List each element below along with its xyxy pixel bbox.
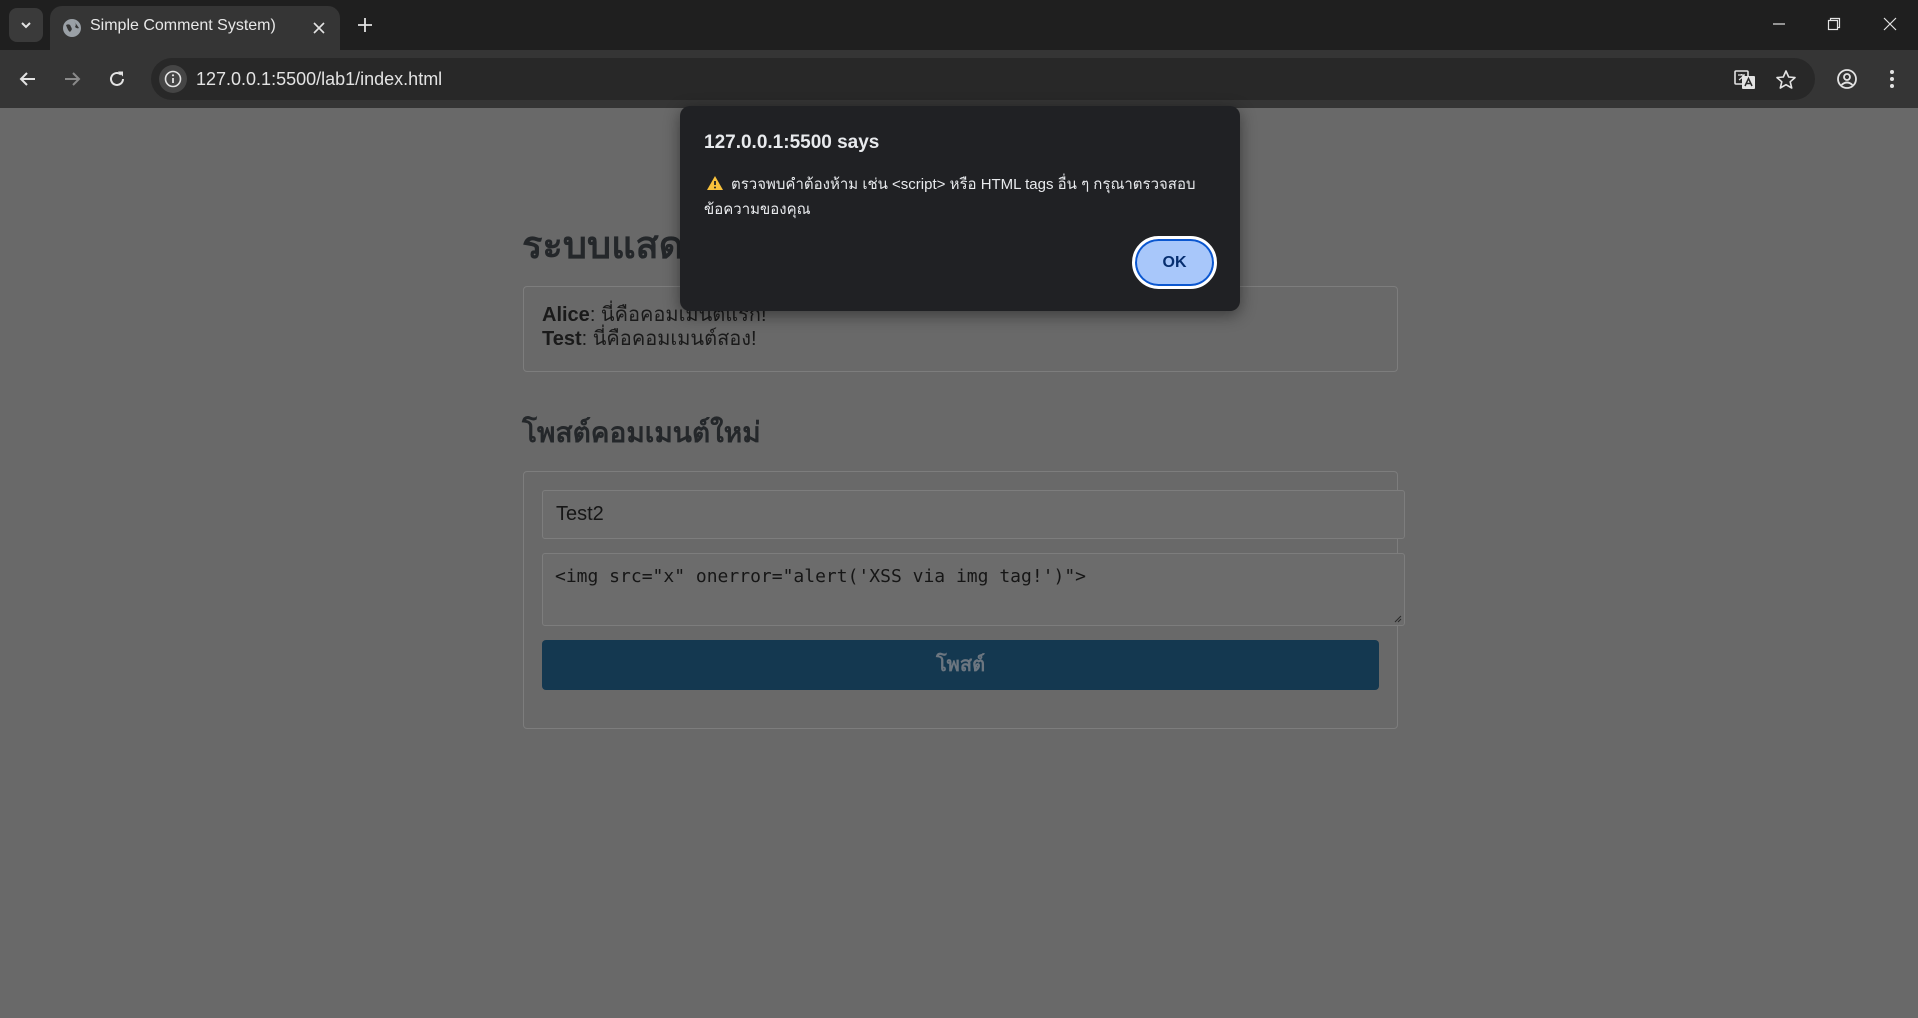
comment-author: Alice bbox=[542, 304, 590, 326]
star-icon bbox=[1776, 70, 1796, 89]
close-icon bbox=[313, 22, 325, 34]
dialog-title: 127.0.0.1:5500 says bbox=[704, 132, 880, 153]
arrow-right-icon bbox=[65, 72, 81, 86]
menu-button[interactable] bbox=[1876, 63, 1908, 95]
minimize-button[interactable] bbox=[1759, 8, 1799, 40]
profile-button[interactable] bbox=[1831, 63, 1863, 95]
info-icon bbox=[164, 70, 182, 88]
arrow-left-icon bbox=[19, 72, 35, 86]
more-vertical-icon bbox=[1890, 70, 1894, 88]
close-icon bbox=[1883, 17, 1897, 31]
translate-button[interactable] bbox=[1732, 67, 1758, 93]
comment-form: Test2 <img src="x" onerror="alert('XSS v… bbox=[523, 471, 1405, 729]
plus-icon bbox=[358, 18, 372, 32]
tab-search-button[interactable] bbox=[9, 8, 43, 42]
chevron-down-icon bbox=[21, 22, 31, 29]
reload-icon bbox=[110, 71, 124, 86]
ok-button[interactable]: OK bbox=[1132, 236, 1217, 289]
tab-title: Simple Comment System) bbox=[90, 17, 276, 34]
comment-author: Test bbox=[542, 328, 582, 350]
back-button[interactable] bbox=[12, 63, 44, 95]
address-bar[interactable]: 127.0.0.1:5500/lab1/index.html bbox=[151, 58, 1815, 100]
message-text: <img src="x" onerror="alert('XSS via img… bbox=[555, 566, 1087, 587]
bookmark-button[interactable] bbox=[1773, 67, 1799, 93]
tab-close-button[interactable] bbox=[308, 17, 330, 39]
dialog-message: ตรวจพบคำต้องห้าม เช่น <script> หรือ HTML… bbox=[704, 176, 1196, 218]
close-window-button[interactable] bbox=[1870, 8, 1910, 40]
new-tab-button[interactable] bbox=[352, 12, 378, 38]
resize-handle-icon[interactable] bbox=[1394, 615, 1402, 623]
translate-icon bbox=[1734, 70, 1755, 89]
list-item: Test: นี่คือคอมเมนต์สอง! bbox=[542, 327, 1379, 351]
post-button[interactable]: โพสต์ bbox=[542, 640, 1379, 690]
alert-dialog: 127.0.0.1:5500 says ตรวจพบคำต้องห้าม เช่… bbox=[680, 106, 1240, 311]
minimize-icon bbox=[1773, 23, 1785, 25]
globe-icon bbox=[63, 19, 81, 37]
site-info-button[interactable] bbox=[159, 65, 187, 93]
restore-icon bbox=[1827, 17, 1841, 31]
tab-strip: Simple Comment System) bbox=[0, 0, 1918, 50]
url-text: 127.0.0.1:5500/lab1/index.html bbox=[196, 69, 443, 89]
form-title: โพสต์คอมเมนต์ใหม่ bbox=[522, 417, 761, 448]
browser-toolbar: 127.0.0.1:5500/lab1/index.html bbox=[0, 50, 1918, 108]
account-icon bbox=[1837, 69, 1857, 89]
restore-button[interactable] bbox=[1814, 8, 1854, 40]
comment-text: : นี่คือคอมเมนต์สอง! bbox=[581, 328, 757, 350]
browser-tab-active[interactable]: Simple Comment System) bbox=[50, 6, 340, 50]
reload-button[interactable] bbox=[101, 63, 133, 95]
message-textarea[interactable]: <img src="x" onerror="alert('XSS via img… bbox=[542, 553, 1405, 626]
forward-button[interactable] bbox=[56, 63, 88, 95]
name-input[interactable]: Test2 bbox=[542, 490, 1405, 539]
